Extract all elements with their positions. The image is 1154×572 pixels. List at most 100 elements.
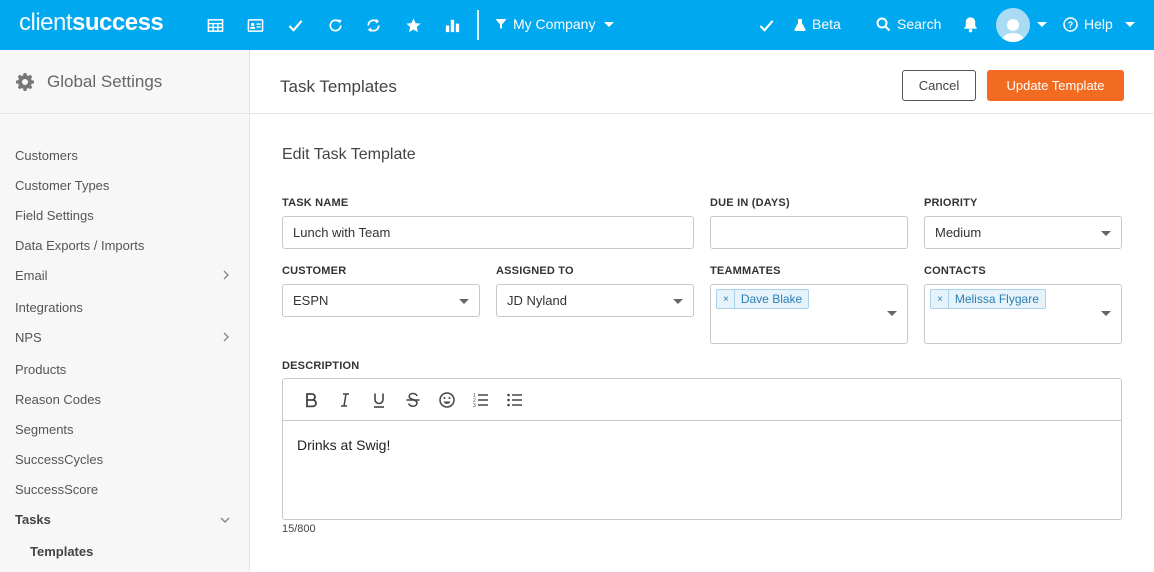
contact-tag: × Melissa Flygare [930, 289, 1046, 309]
table-icon[interactable] [205, 15, 225, 35]
sidebar-item-label: Customer Types [15, 178, 110, 193]
filter-icon [495, 19, 507, 29]
flask-icon [794, 18, 806, 31]
sidebar-item-products[interactable]: Products [15, 362, 230, 377]
help-icon: ? [1063, 16, 1078, 32]
sidebar-item-label: SuccessCycles [15, 452, 104, 467]
strikethrough-icon[interactable] [403, 390, 423, 410]
update-template-button[interactable]: Update Template [987, 70, 1124, 101]
top-navigation-bar: clientsuccess My Company Beta Search ? H… [0, 0, 1154, 50]
remove-teammate-icon[interactable]: × [717, 290, 735, 308]
customer-select[interactable]: ESPN [282, 284, 480, 317]
sidebar-item-label: NPS [15, 330, 42, 345]
remove-contact-icon[interactable]: × [931, 290, 949, 308]
company-selector[interactable]: My Company [495, 16, 615, 32]
page-title: Task Templates [280, 77, 397, 96]
chevron-down-icon [459, 299, 469, 304]
bold-icon[interactable] [301, 390, 321, 410]
teammate-tag: × Dave Blake [716, 289, 810, 309]
description-text-area[interactable]: Drinks at Swig! [283, 421, 1121, 469]
sidebar-title: Global Settings [47, 71, 163, 91]
emoji-icon[interactable] [437, 390, 457, 410]
assigned-to-value: JD Nyland [507, 293, 567, 308]
bullet-list-icon[interactable] [505, 390, 525, 410]
italic-icon[interactable] [335, 390, 355, 410]
assigned-to-label: ASSIGNED TO [496, 265, 574, 277]
chevron-down-icon [220, 512, 230, 527]
chevron-down-icon [1101, 231, 1111, 236]
checkmark-icon[interactable] [285, 15, 305, 35]
sidebar-item-nps[interactable]: NPS [15, 330, 230, 345]
sidebar-item-email[interactable]: Email [15, 268, 230, 283]
brand-logo[interactable]: clientsuccess [19, 9, 164, 37]
help-label: Help [1084, 16, 1113, 32]
assigned-to-select[interactable]: JD Nyland [496, 284, 694, 317]
sidebar-item-label: Products [15, 362, 67, 377]
character-counter: 15/800 [282, 523, 316, 535]
company-name: My Company [513, 16, 596, 32]
editor-toolbar: 123 [283, 379, 1121, 421]
sidebar-item-label: SuccessScore [15, 482, 99, 497]
customer-label: CUSTOMER [282, 265, 347, 277]
contacts-multiselect[interactable]: × Melissa Flygare [924, 284, 1122, 344]
sidebar-item-label: Data Exports / Imports [15, 238, 145, 253]
sidebar-item-segments[interactable]: Segments [15, 422, 230, 437]
priority-value: Medium [935, 225, 982, 240]
search-label: Search [897, 16, 942, 32]
sync-icon[interactable] [363, 15, 383, 35]
brand-logo-part1: client [19, 9, 73, 36]
main-content: Task Templates Cancel Update Template Ed… [250, 50, 1154, 572]
sidebar-item-integrations[interactable]: Integrations [15, 300, 230, 315]
bar-chart-icon[interactable] [442, 15, 462, 35]
cancel-button[interactable]: Cancel [902, 70, 976, 101]
underline-icon[interactable] [369, 390, 389, 410]
form-title: Edit Task Template [282, 146, 416, 163]
gear-icon [16, 72, 34, 91]
sidebar-item-field-settings[interactable]: Field Settings [15, 208, 230, 223]
chevron-down-icon [1101, 311, 1111, 316]
tasks-checkmark-icon[interactable] [756, 15, 776, 35]
description-editor: 123 Drinks at Swig! [282, 378, 1122, 520]
sidebar-item-customers[interactable]: Customers [15, 148, 230, 163]
svg-text:3: 3 [473, 403, 476, 409]
search-button[interactable]: Search [876, 16, 941, 32]
avatar[interactable] [996, 8, 1030, 42]
contact-card-icon[interactable] [245, 15, 265, 35]
bell-icon[interactable] [960, 14, 980, 34]
refresh-icon[interactable] [325, 15, 345, 35]
sidebar-item-reason-codes[interactable]: Reason Codes [15, 392, 230, 407]
star-icon[interactable] [403, 15, 423, 35]
sidebar-item-customer-types[interactable]: Customer Types [15, 178, 230, 193]
sidebar-item-successscore[interactable]: SuccessScore [15, 482, 230, 497]
chevron-right-icon [222, 330, 230, 345]
teammate-tag-label: Dave Blake [740, 292, 803, 306]
sidebar-item-label: Integrations [15, 300, 83, 315]
priority-select[interactable]: Medium [924, 216, 1122, 249]
contact-tag-label: Melissa Flygare [954, 292, 1039, 306]
sidebar-item-templates[interactable]: Templates [30, 544, 230, 559]
sidebar-item-label: Email [15, 268, 48, 283]
due-in-label: DUE IN (DAYS) [710, 197, 790, 209]
sidebar-item-data-exports-imports[interactable]: Data Exports / Imports [15, 238, 230, 253]
settings-sidebar: Global Settings Customers Customer Types F… [0, 50, 250, 572]
beta-link[interactable]: Beta [794, 16, 841, 32]
teammates-multiselect[interactable]: × Dave Blake [710, 284, 908, 344]
due-in-input[interactable] [710, 216, 908, 249]
sidebar-item-label: Field Settings [15, 208, 94, 223]
avatar-dropdown-icon[interactable] [1037, 22, 1047, 27]
task-name-label: TASK NAME [282, 197, 349, 209]
search-icon [876, 17, 891, 31]
chevron-down-icon [887, 311, 897, 316]
task-name-input[interactable]: Lunch with Team [282, 216, 694, 249]
chevron-down-icon [604, 21, 615, 27]
priority-label: PRIORITY [924, 197, 978, 209]
chevron-right-icon [222, 268, 230, 283]
help-menu[interactable]: ? Help [1063, 16, 1135, 32]
sidebar-item-label: Tasks [15, 512, 51, 527]
sidebar-item-label: Reason Codes [15, 392, 101, 407]
sidebar-item-successcycles[interactable]: SuccessCycles [15, 452, 230, 467]
sidebar-item-tasks[interactable]: Tasks [15, 512, 230, 527]
numbered-list-icon[interactable]: 123 [471, 390, 491, 410]
teammates-label: TEAMMATES [710, 265, 781, 277]
customer-value: ESPN [293, 293, 329, 308]
